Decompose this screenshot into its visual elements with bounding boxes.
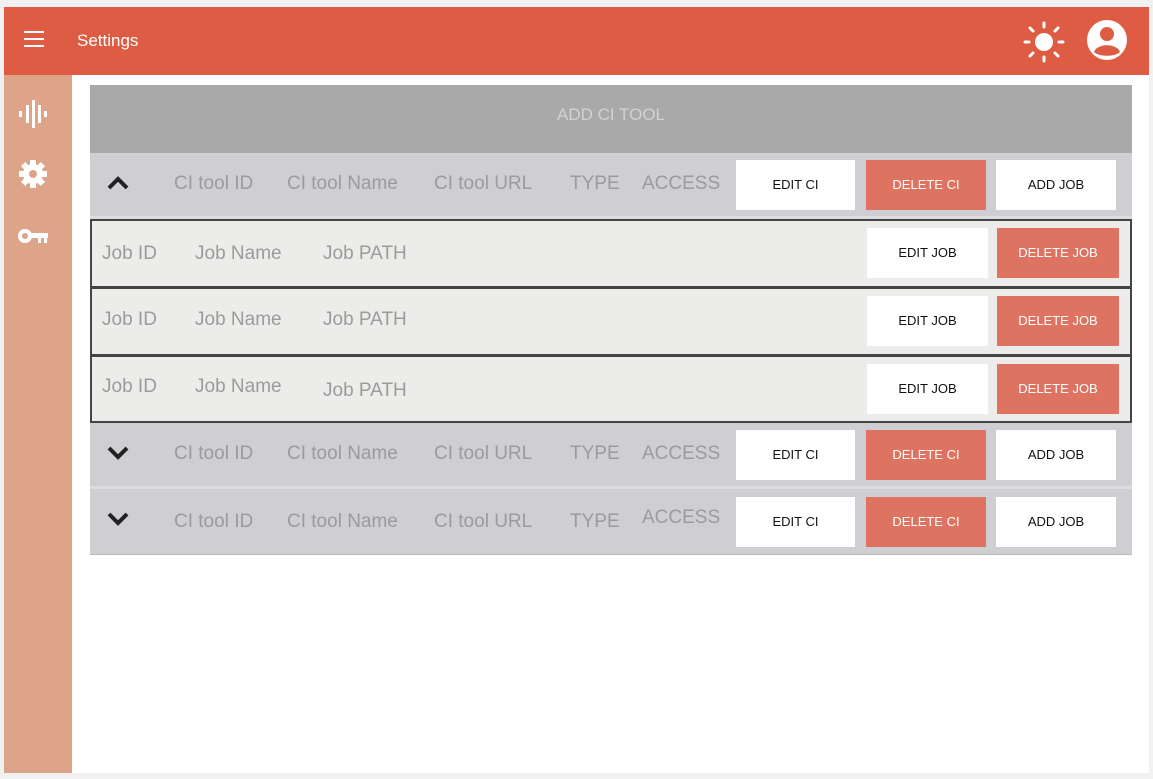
chevron-down-icon[interactable] bbox=[106, 509, 130, 529]
account-icon[interactable] bbox=[1086, 19, 1128, 61]
ci-tool-url: CI tool URL bbox=[434, 173, 533, 194]
ci-tool-name: CI tool Name bbox=[287, 173, 398, 194]
ci-tool-name: CI tool Name bbox=[287, 443, 398, 464]
job-id: Job ID bbox=[102, 243, 157, 264]
job-path: Job PATH bbox=[323, 380, 407, 401]
job-name: Job Name bbox=[195, 243, 282, 264]
job-path: Job PATH bbox=[323, 243, 407, 264]
brightness-icon[interactable] bbox=[1022, 20, 1066, 64]
edit-job-button[interactable]: EDIT JOB bbox=[867, 296, 988, 346]
job-row: Job ID Job Name Job PATH EDIT JOB DELETE… bbox=[90, 219, 1132, 287]
ci-tool-type: TYPE bbox=[570, 443, 620, 464]
job-path: Job PATH bbox=[323, 309, 407, 330]
edit-ci-button[interactable]: EDIT CI bbox=[736, 497, 855, 547]
job-row: Job ID Job Name Job PATH EDIT JOB DELETE… bbox=[90, 355, 1132, 423]
ci-tool-url: CI tool URL bbox=[434, 511, 533, 532]
menu-icon[interactable] bbox=[24, 31, 46, 49]
add-job-button[interactable]: ADD JOB bbox=[996, 160, 1116, 210]
ci-tool-row: CI tool ID CI tool Name CI tool URL TYPE… bbox=[90, 153, 1132, 219]
ci-tool-access: ACCESS bbox=[642, 507, 721, 528]
delete-job-button[interactable]: DELETE JOB bbox=[997, 364, 1119, 414]
add-job-button[interactable]: ADD JOB bbox=[996, 497, 1116, 547]
delete-ci-button[interactable]: DELETE CI bbox=[866, 160, 986, 210]
edit-job-button[interactable]: EDIT JOB bbox=[867, 228, 988, 278]
audio-wave-icon[interactable] bbox=[16, 99, 50, 129]
ci-tool-id: CI tool ID bbox=[174, 173, 254, 194]
gear-icon[interactable] bbox=[16, 159, 50, 189]
ci-tool-access: ACCESS bbox=[642, 443, 721, 464]
ci-tool-name: CI tool Name bbox=[287, 511, 398, 532]
ci-tool-id: CI tool ID bbox=[174, 511, 254, 532]
edit-ci-button[interactable]: EDIT CI bbox=[736, 430, 855, 480]
key-icon[interactable] bbox=[16, 221, 50, 251]
ci-tool-url: CI tool URL bbox=[434, 443, 533, 464]
ci-tools-panel: ADD CI TOOL CI tool ID CI tool Name CI t… bbox=[90, 85, 1132, 555]
edit-job-button[interactable]: EDIT JOB bbox=[867, 364, 988, 414]
delete-ci-button[interactable]: DELETE CI bbox=[866, 497, 986, 547]
ci-tool-type: TYPE bbox=[570, 511, 620, 532]
add-ci-tool-button[interactable]: ADD CI TOOL bbox=[90, 85, 1132, 153]
delete-job-button[interactable]: DELETE JOB bbox=[997, 228, 1119, 278]
ci-tool-type: TYPE bbox=[570, 173, 620, 194]
delete-job-button[interactable]: DELETE JOB bbox=[997, 296, 1119, 346]
ci-tool-row: CI tool ID CI tool Name CI tool URL TYPE… bbox=[90, 489, 1132, 555]
ci-tool-access: ACCESS bbox=[642, 173, 721, 194]
edit-ci-button[interactable]: EDIT CI bbox=[736, 160, 855, 210]
sidebar bbox=[4, 75, 72, 773]
chevron-down-icon[interactable] bbox=[106, 443, 130, 463]
job-id: Job ID bbox=[102, 376, 157, 397]
page-title: Settings bbox=[77, 31, 139, 50]
chevron-up-icon[interactable] bbox=[106, 173, 130, 193]
ci-tool-id: CI tool ID bbox=[174, 443, 254, 464]
add-job-button[interactable]: ADD JOB bbox=[996, 430, 1116, 480]
job-name: Job Name bbox=[195, 376, 282, 397]
app-window: Settings ADD CI TOOL CI tool ID CI tool … bbox=[4, 7, 1149, 773]
job-id: Job ID bbox=[102, 309, 157, 330]
delete-ci-button[interactable]: DELETE CI bbox=[866, 430, 986, 480]
job-row: Job ID Job Name Job PATH EDIT JOB DELETE… bbox=[90, 287, 1132, 355]
ci-tool-row: CI tool ID CI tool Name CI tool URL TYPE… bbox=[90, 423, 1132, 489]
top-app-bar: Settings bbox=[4, 7, 1149, 75]
job-name: Job Name bbox=[195, 309, 282, 330]
